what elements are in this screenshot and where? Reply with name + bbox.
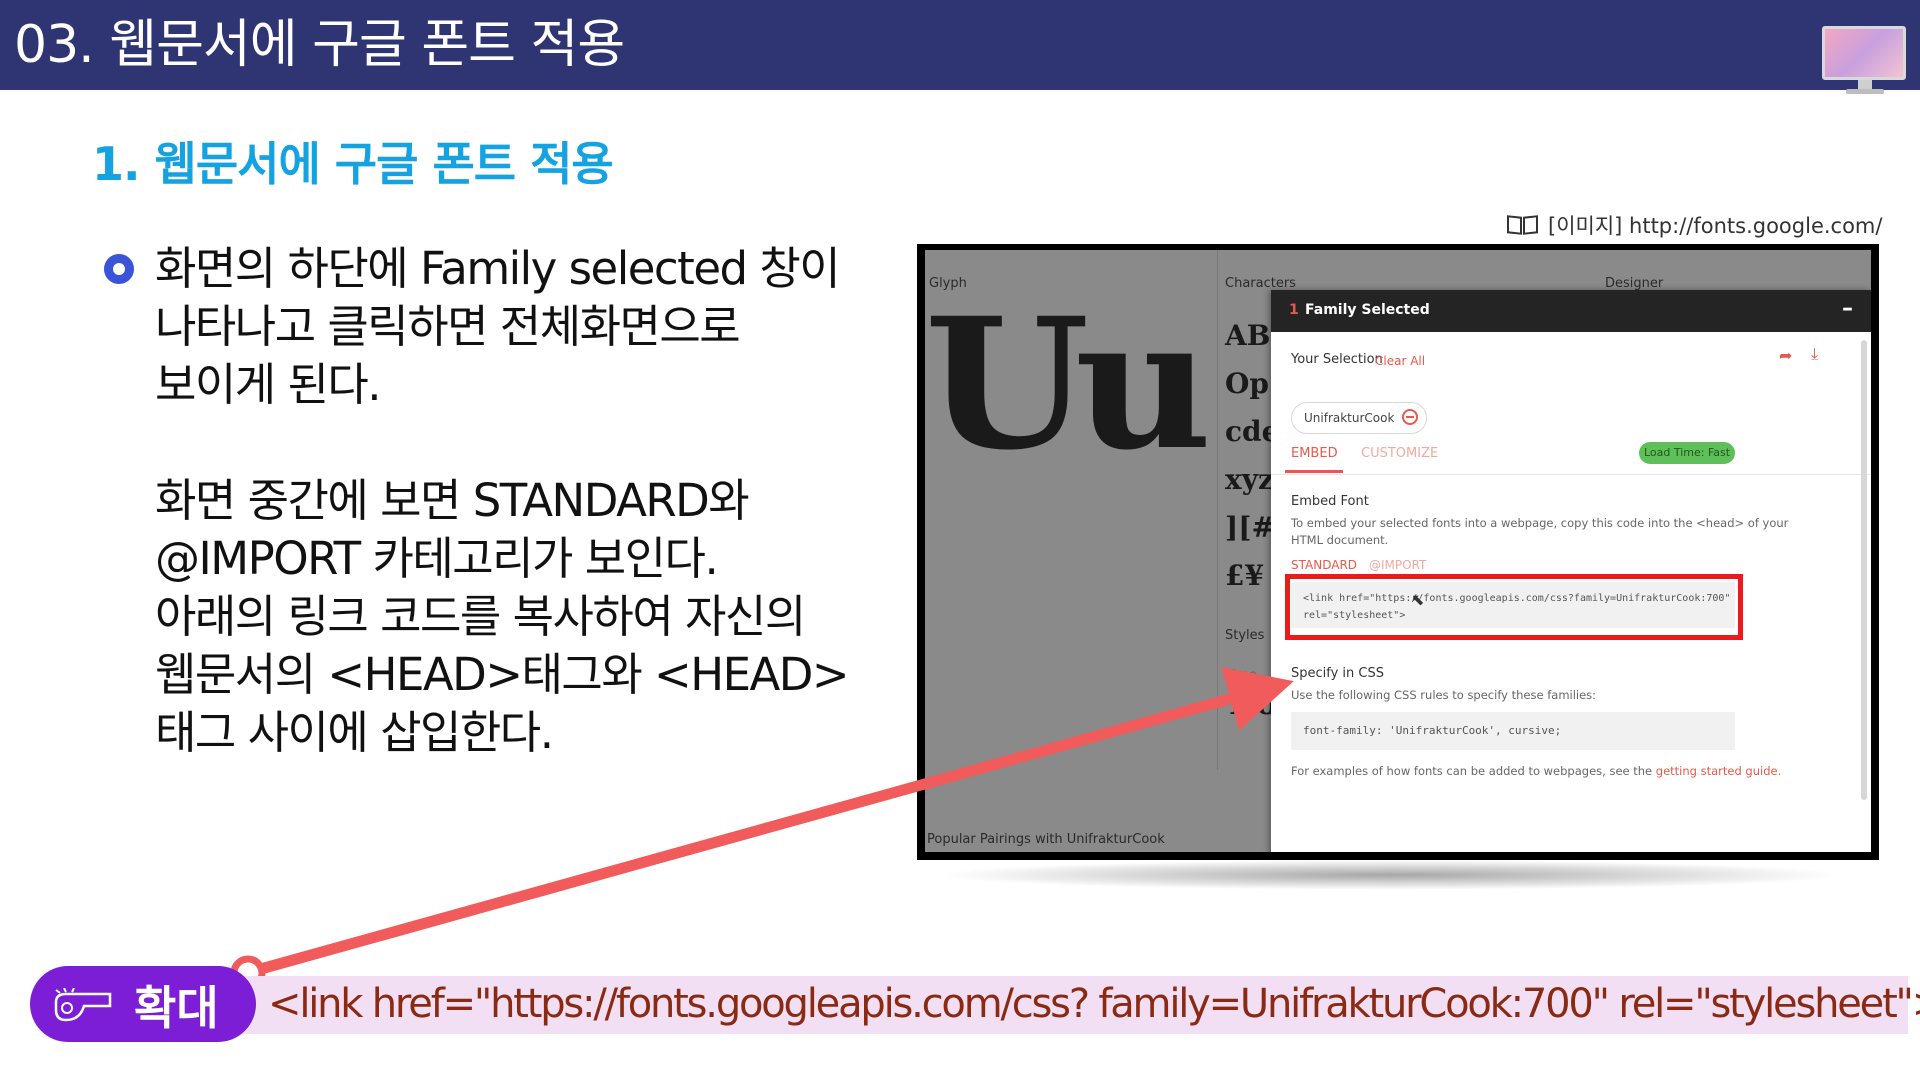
tab-indicator: [1285, 470, 1343, 473]
source-text: [이미지] http://fonts.google.com/: [1548, 214, 1883, 238]
highlight-box: [1285, 574, 1743, 640]
font-chip[interactable]: UnifrakturCook: [1291, 402, 1428, 434]
specify-css-description: Use the following CSS rules to specify t…: [1291, 688, 1597, 702]
pairings-label: Popular Pairings with UnifrakturCook: [927, 832, 1165, 847]
specify-css-heading: Specify in CSS: [1291, 666, 1384, 681]
book-icon: [1506, 213, 1540, 237]
image-source-caption: [이미지] http://fonts.google.com/: [1506, 210, 1882, 240]
body-line: 화면의 하단에 Family selected 창이: [155, 242, 841, 295]
section-subtitle: 1. 웹문서에 구글 폰트 적용: [92, 137, 614, 191]
your-selection-label: Your Selection: [1291, 352, 1383, 367]
minimize-button[interactable]: –: [1842, 296, 1853, 321]
type-label: Type: [1227, 668, 1257, 683]
bullet-icon: [104, 254, 134, 284]
selection-count: 1: [1289, 302, 1299, 318]
styles-label: Styles: [1225, 628, 1265, 643]
body-line: @IMPORT 카테고리가 보인다.: [155, 532, 719, 585]
body-line: 화면 중간에 보면 STANDARD와: [155, 474, 750, 527]
body-line: 보이게 된다.: [155, 358, 382, 411]
family-selected-panel: 1 Family Selected – Your Selection Clear…: [1271, 290, 1871, 852]
cursor-icon: ⬉: [1411, 590, 1425, 609]
panel-header[interactable]: 1 Family Selected –: [1271, 290, 1871, 332]
body-line: 태그 사이에 삽입한다.: [155, 706, 554, 759]
clear-all-link[interactable]: Clear All: [1375, 354, 1425, 368]
header-bar: 03. 웹문서에 구글 폰트 적용: [0, 0, 1920, 94]
zoom-label: 확대: [134, 981, 219, 1035]
panel-title: Family Selected: [1305, 302, 1430, 318]
body-line: 웹문서의 <HEAD>태그와 <HEAD>: [155, 648, 850, 701]
body-text: 화면의 하단에 Family selected 창이 나타나고 클릭하면 전체화…: [155, 240, 885, 762]
share-icon[interactable]: ➦: [1779, 346, 1795, 365]
css-rule-box[interactable]: font-family: 'UnifrakturCook', cursive;: [1291, 712, 1735, 750]
getting-started-link[interactable]: getting started guide.: [1656, 764, 1781, 778]
monitor-icon: [1822, 26, 1908, 96]
designer-label: Designer: [1605, 276, 1664, 291]
examples-note: For examples of how fonts can be added t…: [1291, 764, 1782, 778]
zoom-code-text: <link href="https://fonts.googleapis.com…: [268, 981, 1920, 1027]
load-time-badge: Load Time: Fast: [1639, 442, 1735, 464]
tab-embed[interactable]: EMBED: [1291, 446, 1338, 461]
tab-import[interactable]: @IMPORT: [1369, 558, 1426, 572]
screenshot-shadow: [935, 860, 1845, 890]
remove-icon[interactable]: [1402, 409, 1419, 425]
tab-standard[interactable]: STANDARD: [1291, 558, 1357, 572]
page-title: 03. 웹문서에 구글 폰트 적용: [14, 15, 625, 75]
zoom-badge: 확대: [30, 966, 256, 1042]
panel-scrollbar[interactable]: [1861, 340, 1867, 800]
characters-label: Characters: [1225, 276, 1296, 291]
body-line: 아래의 링크 코드를 복사하여 자신의: [155, 590, 806, 643]
embed-description: To embed your selected fonts into a webp…: [1291, 516, 1789, 530]
embed-description: HTML document.: [1291, 533, 1389, 547]
tab-customize[interactable]: CUSTOMIZE: [1361, 446, 1438, 461]
whistle-icon: [54, 988, 112, 1022]
download-icon[interactable]: ⤓: [1811, 344, 1827, 363]
body-line: 나타나고 클릭하면 전체화면으로: [155, 300, 741, 353]
embed-font-heading: Embed Font: [1291, 494, 1369, 509]
glyph-sample: Uu: [925, 279, 1212, 490]
embedded-screenshot: Glyph Characters Designer Uu AB Op cde x…: [917, 244, 1879, 860]
